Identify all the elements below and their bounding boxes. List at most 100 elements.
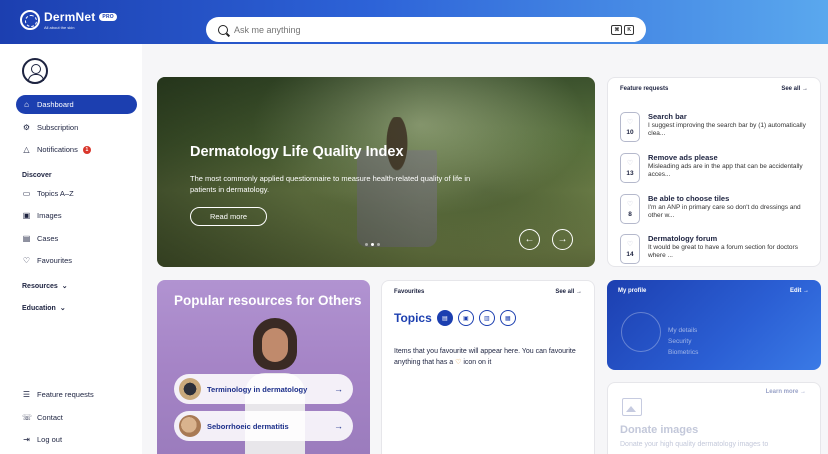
pro-badge: PRO: [99, 13, 117, 21]
arrow-right-icon: →: [334, 421, 343, 431]
feature-request-desc: Misleading ads are in the app that can b…: [648, 163, 803, 178]
phone-icon: ☏: [22, 413, 33, 422]
sidebar-item-label: Cases: [37, 234, 59, 243]
vote-count: 14: [626, 250, 634, 258]
heart-icon: ♡: [626, 200, 634, 208]
arrow-right-icon: →: [557, 234, 568, 245]
search-icon: [218, 24, 228, 35]
feature-request-title: Remove ads please: [648, 153, 718, 162]
feature-request-title: Dermatology forum: [648, 234, 718, 243]
learn-more-label: Learn more: [765, 389, 799, 395]
my-details-link[interactable]: My details: [668, 325, 698, 336]
image-upload-icon: [622, 398, 642, 416]
sidebar-item-label: Log out: [37, 435, 63, 444]
notification-badge: 1: [82, 145, 91, 154]
vote-button[interactable]: ♡ 13: [620, 153, 640, 183]
donate-desc: Donate your high quality dermatology ima…: [620, 441, 769, 448]
sidebar-item-favourites[interactable]: ♡ Favourites: [16, 251, 137, 270]
book-icon: ▭: [22, 189, 31, 198]
popular-resources-card: Popular resources for Others Terminology…: [157, 280, 370, 454]
top-bar: DermNet PRO All about the skin ⌘ K: [0, 0, 828, 44]
learn-more-link[interactable]: Learn more →: [766, 389, 806, 395]
hero-banner[interactable]: Dermatology Life Quality Index The most …: [157, 77, 595, 267]
search-bar[interactable]: ⌘ K: [206, 17, 646, 42]
carousel-prev-button[interactable]: ←: [519, 229, 540, 250]
feature-requests-card: Feature requests See all → ♡ 10 Search b…: [607, 77, 821, 267]
vote-button[interactable]: ♡ 8: [620, 194, 640, 224]
vote-count: 10: [626, 128, 634, 136]
feature-request-item[interactable]: ♡ 8 Be able to choose tiles I'm an ANP i…: [620, 194, 812, 232]
sidebar-item-notifications[interactable]: △ Notifications 1: [16, 140, 137, 159]
sidebar-item-label: Feature requests: [37, 390, 94, 399]
book-thumbnail: [179, 378, 201, 400]
cases-filter-icon[interactable]: ▦: [499, 310, 516, 326]
sidebar-item-images[interactable]: ▣ Images: [16, 206, 137, 225]
security-link[interactable]: Security: [668, 336, 698, 347]
favourites-text-after: icon on it: [463, 358, 492, 366]
see-all-label: See all: [781, 86, 801, 92]
arrow-left-icon: ←: [524, 234, 535, 245]
sidebar-item-label: Subscription: [37, 123, 79, 132]
sidebar-item-label: Favourites: [37, 256, 73, 265]
shortcut-key-cmd: ⌘: [611, 24, 623, 35]
education-toggle[interactable]: Education ⌄: [22, 304, 66, 312]
heart-icon: ♡: [455, 358, 462, 366]
favourites-card: Favourites See all → Topics ▤ ▣ ▥ ▦ Item…: [381, 280, 595, 454]
vote-button[interactable]: ♡ 14: [620, 234, 640, 264]
read-more-button[interactable]: Read more: [190, 207, 267, 226]
feature-request-item[interactable]: ♡ 13 Remove ads please Misleading ads ar…: [620, 153, 812, 191]
donate-images-card: Learn more → Donate images Donate your h…: [607, 382, 821, 454]
resources-label: Resources: [22, 283, 58, 290]
feature-request-item[interactable]: ♡ 10 Search bar I suggest improving the …: [620, 112, 812, 150]
sidebar-item-label: Images: [37, 211, 62, 220]
case-icon: ▤: [22, 234, 31, 243]
sidebar: ⌂ Dashboard ⚙ Subscription △ Notificatio…: [0, 44, 142, 454]
popular-resources-title: Popular resources for Others: [174, 293, 362, 308]
resource-link[interactable]: Terminology in dermatology →: [174, 374, 353, 404]
sidebar-item-topics[interactable]: ▭ Topics A–Z: [16, 184, 137, 203]
sidebar-item-feature-requests[interactable]: ☰ Feature requests: [16, 385, 137, 404]
education-label: Education: [22, 305, 56, 312]
chevron-down-icon: ⌄: [61, 283, 68, 290]
sidebar-item-dashboard[interactable]: ⌂ Dashboard: [16, 95, 137, 114]
skin-thumbnail: [179, 415, 201, 437]
hero-subtitle: The most commonly applied questionnaire …: [190, 174, 471, 194]
see-all-link[interactable]: See all →: [781, 86, 808, 92]
sidebar-item-contact[interactable]: ☏ Contact: [16, 408, 137, 427]
favourites-heading: Favourites: [394, 289, 425, 295]
images-filter-icon[interactable]: ▣: [457, 310, 474, 326]
see-all-link[interactable]: See all →: [555, 289, 582, 295]
list-icon: ☰: [22, 390, 31, 399]
topics-filter-icon[interactable]: ▤: [436, 310, 453, 326]
vote-count: 8: [628, 210, 632, 218]
resources-toggle[interactable]: Resources ⌄: [22, 282, 68, 290]
sidebar-item-logout[interactable]: ⇥ Log out: [16, 430, 137, 449]
resource-label: Terminology in dermatology: [207, 384, 308, 394]
hero-title: Dermatology Life Quality Index: [190, 144, 404, 160]
user-avatar-icon[interactable]: [22, 58, 48, 84]
feature-request-desc: I suggest improving the search bar by (1…: [648, 122, 806, 137]
feature-request-item[interactable]: ♡ 14 Dermatology forum It would be great…: [620, 234, 812, 272]
carousel-dot[interactable]: [365, 243, 368, 246]
vote-button[interactable]: ♡ 10: [620, 112, 640, 142]
edit-profile-link[interactable]: Edit →: [790, 288, 809, 294]
favourites-topics-label: Topics: [394, 311, 432, 325]
brand-name: DermNet: [44, 10, 96, 24]
heart-icon: ♡: [626, 240, 634, 248]
biometrics-link[interactable]: Biometrics: [668, 347, 698, 358]
carousel-dot-active[interactable]: [371, 243, 374, 246]
search-input[interactable]: [234, 24, 610, 35]
dermnet-logo-icon: [20, 10, 40, 30]
carousel-dot[interactable]: [377, 243, 380, 246]
sidebar-item-label: Dashboard: [37, 100, 74, 109]
edit-label: Edit: [789, 288, 802, 294]
heart-icon: ♡: [626, 118, 634, 126]
sidebar-item-subscription[interactable]: ⚙ Subscription: [16, 118, 137, 137]
resource-link[interactable]: Seborrhoeic dermatitis →: [174, 411, 353, 441]
sidebar-item-cases[interactable]: ▤ Cases: [16, 229, 137, 248]
brand-logo[interactable]: DermNet PRO All about the skin: [20, 10, 117, 30]
discover-heading: Discover: [22, 172, 52, 179]
sidebar-item-label: Notifications: [37, 145, 78, 154]
documents-filter-icon[interactable]: ▥: [478, 310, 495, 326]
carousel-next-button[interactable]: →: [552, 229, 573, 250]
